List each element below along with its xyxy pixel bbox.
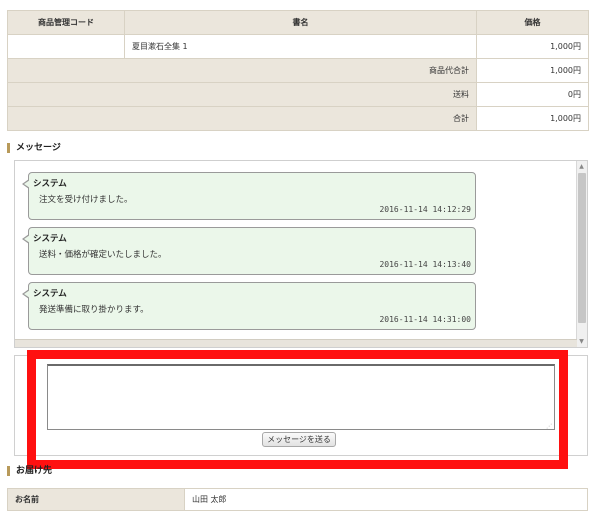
order-table: 商品管理コード 書名 価格 夏目漱石全集 1 1,000円 商品代合計 1,00… — [7, 10, 589, 131]
message-timestamp: 2016-11-14 14:31:00 — [379, 315, 471, 324]
message-bubble: システム 発送準備に取り掛かります。 2016-11-14 14:31:00 — [22, 282, 476, 330]
message-timestamp: 2016-11-14 14:13:40 — [379, 260, 471, 269]
col-header-price: 価格 — [476, 10, 589, 35]
name-value: 山田 太郎 — [184, 488, 588, 511]
resize-grip-icon[interactable]: ⋰ — [546, 423, 552, 430]
total-value: 1,000円 — [476, 106, 589, 131]
col-header-code: 商品管理コード — [7, 10, 125, 35]
message-sender: システム — [33, 234, 67, 244]
message-bubble: システム 送料・価格が確定いたしました。 2016-11-14 14:13:40 — [22, 227, 476, 275]
total-row: 合計 1,000円 — [7, 106, 589, 131]
shipping-value: 0円 — [476, 82, 589, 107]
destination-table: お名前 山田 太郎 — [7, 488, 588, 511]
total-label: 合計 — [7, 106, 477, 131]
subtotal-row: 商品代合計 1,000円 — [7, 58, 589, 83]
table-row: お名前 山田 太郎 — [7, 488, 588, 511]
shipping-label: 送料 — [7, 82, 477, 107]
message-bubble: システム 注文を受け付けました。 2016-11-14 14:12:29 — [22, 172, 476, 220]
vertical-scrollbar[interactable]: ▲ ▼ — [576, 161, 587, 347]
destination-heading: お届け先 — [7, 466, 52, 476]
item-title: 夏目漱石全集 1 — [124, 34, 477, 59]
shipping-row: 送料 0円 — [7, 82, 589, 107]
send-message-button[interactable]: メッセージを送る — [262, 432, 336, 447]
message-text: 注文を受け付けました。 — [39, 195, 133, 205]
subtotal-value: 1,000円 — [476, 58, 589, 83]
message-sender: システム — [33, 179, 67, 189]
scroll-up-arrow-icon[interactable]: ▲ — [578, 163, 585, 170]
message-text: 発送準備に取り掛かります。 — [39, 305, 149, 315]
horizontal-scrollbar[interactable] — [15, 339, 577, 347]
message-list[interactable]: システム 注文を受け付けました。 2016-11-14 14:12:29 システ… — [14, 160, 588, 348]
message-input[interactable] — [47, 364, 555, 430]
message-sender: システム — [33, 289, 67, 299]
name-label: お名前 — [7, 488, 185, 511]
order-table-header: 商品管理コード 書名 価格 — [7, 10, 589, 35]
table-row: 夏目漱石全集 1 1,000円 — [7, 34, 589, 59]
scrollbar-thumb[interactable] — [578, 173, 586, 323]
message-compose-panel: ⋰ メッセージを送る — [14, 355, 588, 456]
item-code — [7, 34, 125, 59]
col-header-title: 書名 — [124, 10, 477, 35]
scroll-down-arrow-icon[interactable]: ▼ — [578, 338, 585, 345]
messages-heading: メッセージ — [7, 143, 61, 153]
message-text: 送料・価格が確定いたしました。 — [39, 250, 167, 260]
item-price: 1,000円 — [476, 34, 589, 59]
subtotal-label: 商品代合計 — [7, 58, 477, 83]
message-timestamp: 2016-11-14 14:12:29 — [379, 205, 471, 214]
